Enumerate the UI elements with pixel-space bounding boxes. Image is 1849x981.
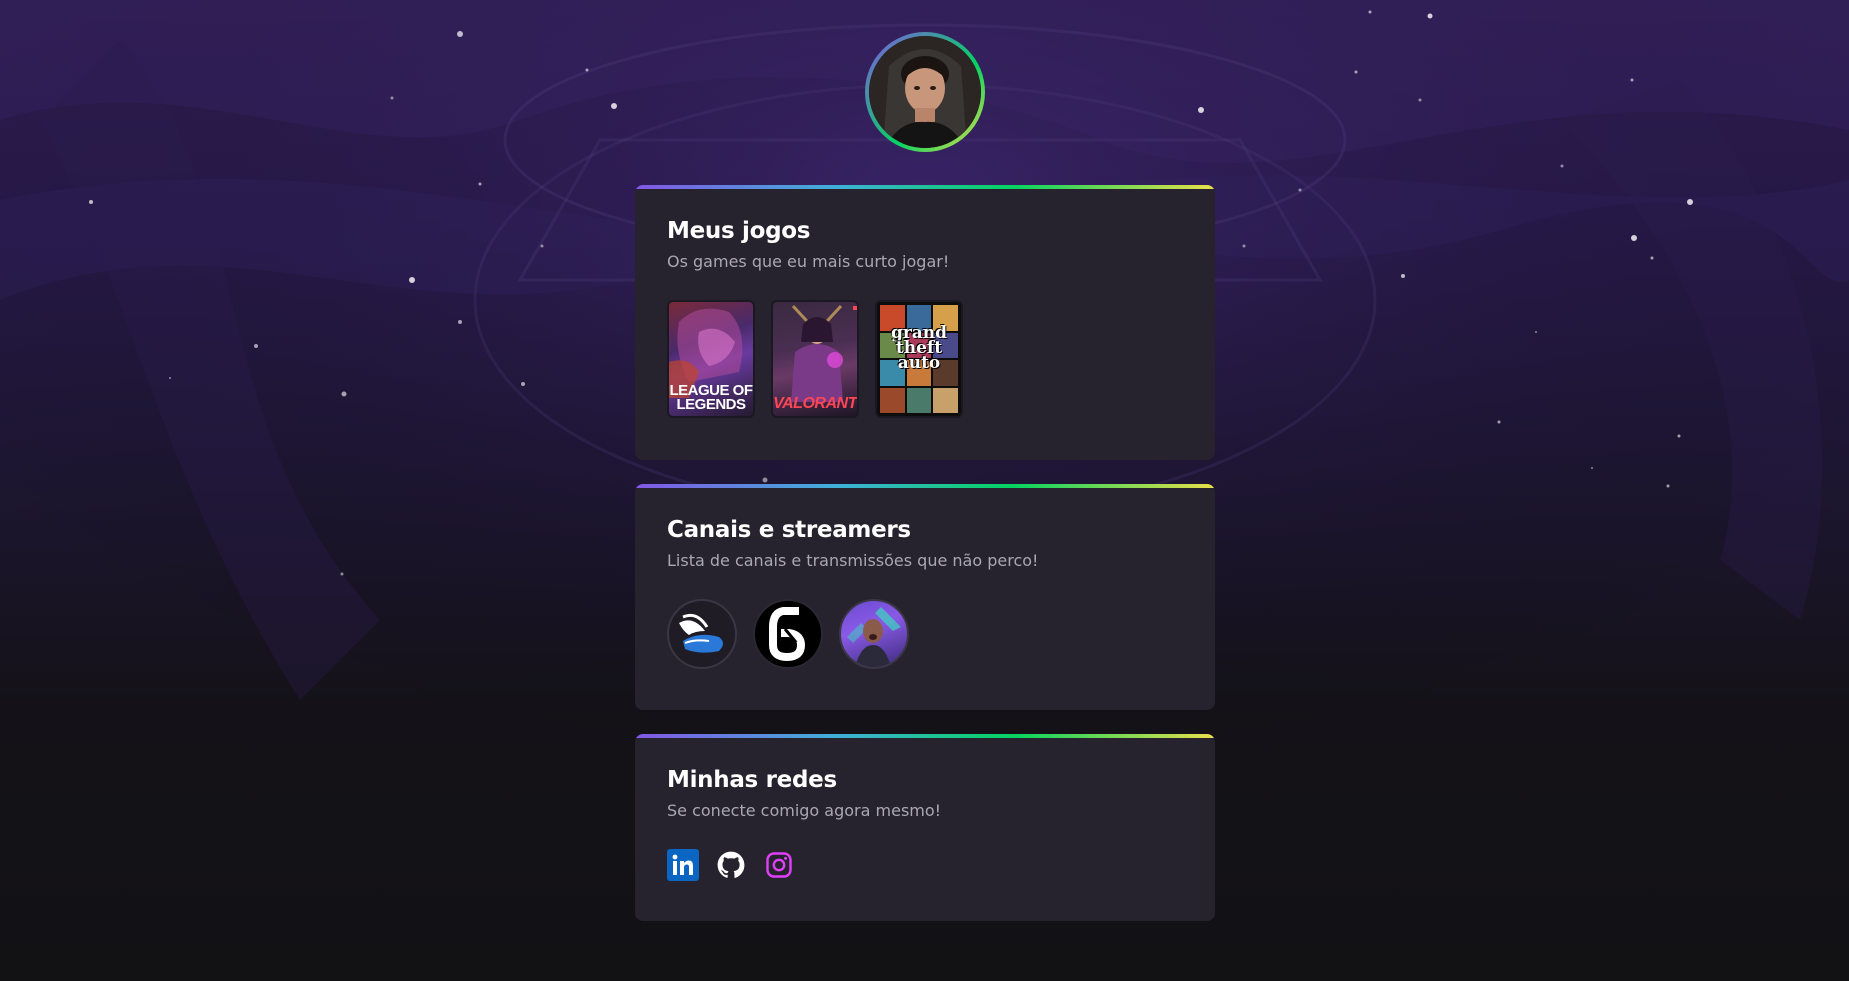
games-card: Meus jogos Os games que eu mais curto jo…: [635, 185, 1215, 460]
games-subtitle: Os games que eu mais curto jogar!: [667, 252, 950, 271]
streamers-title: Canais e streamers: [667, 517, 911, 543]
winged-shoe-logo: [679, 613, 723, 653]
socials-title: Minhas redes: [667, 767, 837, 793]
socials-list: [667, 849, 1183, 919]
streamer-channel-1[interactable]: [667, 599, 737, 669]
gta-label-line3: auto: [897, 353, 941, 373]
linkedin-link[interactable]: [667, 849, 699, 881]
github-link[interactable]: [715, 849, 747, 881]
streamers-card: Canais e streamers Lista de canais e tra…: [635, 484, 1215, 710]
streamer-photo: [847, 607, 901, 667]
streamers-list: [667, 599, 1183, 669]
github-icon: [717, 851, 745, 878]
league-of-legends-cover[interactable]: LEAGUE OF LEGENDS: [667, 300, 755, 418]
valorant-label: VALORANT: [773, 395, 857, 412]
number-six-logo: [769, 607, 806, 662]
profile-avatar: [865, 32, 985, 152]
streamer-channel-2[interactable]: [753, 599, 823, 669]
games-list: LEAGUE OF LEGENDS VALORANT grand theft a…: [667, 300, 1183, 418]
socials-card: Minhas redes Se conecte comigo agora mes…: [635, 734, 1215, 921]
instagram-icon: [766, 852, 792, 878]
linkedin-icon: [667, 849, 699, 881]
gta-v-cover[interactable]: grand theft auto: [875, 300, 963, 418]
profile-photo: [869, 36, 981, 148]
valorant-cover[interactable]: VALORANT: [771, 300, 859, 418]
instagram-link[interactable]: [763, 849, 795, 881]
lol-label-bottom: LEGENDS: [676, 396, 746, 413]
streamer-channel-3[interactable]: [839, 599, 909, 669]
socials-subtitle: Se conecte comigo agora mesmo!: [667, 801, 942, 820]
games-title: Meus jogos: [667, 218, 811, 244]
streamers-subtitle: Lista de canais e transmissões que não p…: [667, 551, 1039, 570]
